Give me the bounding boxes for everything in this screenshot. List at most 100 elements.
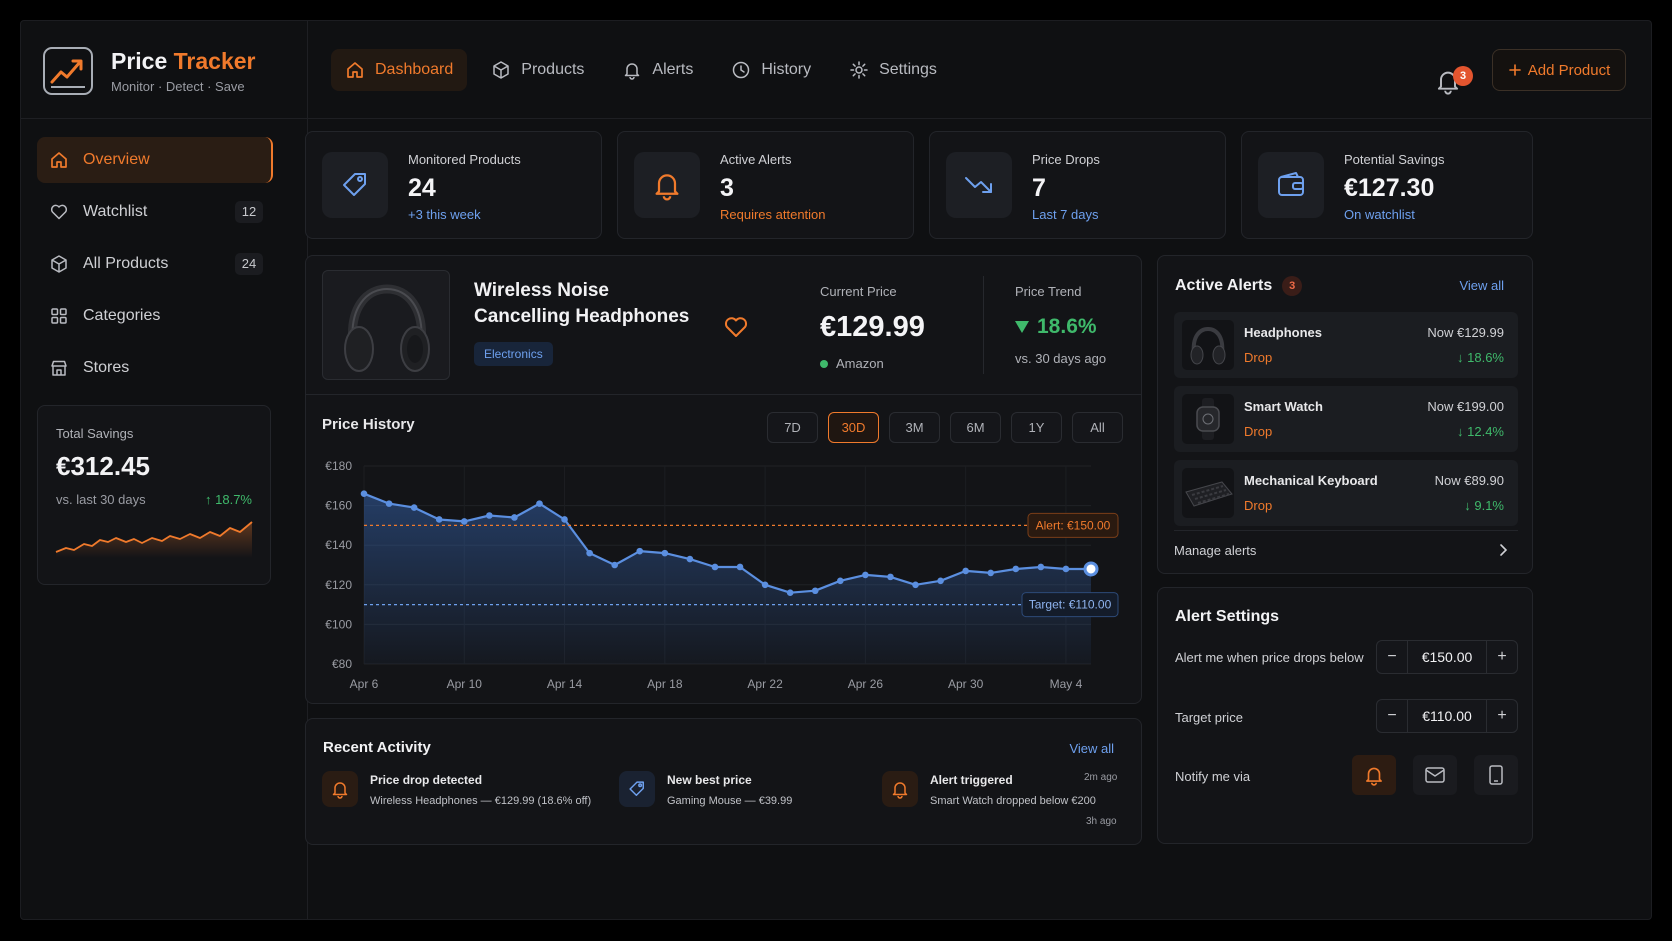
mail-icon: [1425, 767, 1445, 783]
drop-threshold-label: Alert me when price drops below: [1175, 650, 1364, 665]
sidebar-item-stores[interactable]: Stores: [37, 345, 273, 391]
data-point: [736, 563, 744, 571]
range-1y[interactable]: 1Y: [1011, 412, 1062, 443]
stat-price-drops[interactable]: Price Drops 7 Last 7 days: [929, 131, 1226, 239]
sidebar-item-watchlist[interactable]: Watchlist 12: [37, 189, 273, 235]
notifications-button[interactable]: 3: [1431, 57, 1473, 95]
y-tick-label: €120: [325, 578, 352, 592]
range-6m[interactable]: 6M: [950, 412, 1001, 443]
data-point: [611, 561, 618, 569]
nav-history-label: History: [761, 61, 812, 78]
nav-products-label: Products: [521, 61, 585, 78]
recent-activity-panel: Recent Activity View all Price drop dete…: [305, 718, 1142, 845]
view-all-activity-link[interactable]: View all: [1069, 741, 1114, 756]
data-point: [636, 547, 644, 555]
sidebar-item-categories[interactable]: Categories: [37, 293, 273, 339]
category-tag[interactable]: Electronics: [474, 342, 553, 366]
stat-sub: On watchlist: [1344, 207, 1415, 222]
decrement-button[interactable]: −: [1377, 641, 1407, 673]
product-image[interactable]: [322, 270, 450, 380]
target-price-stepper: − €110.00 +: [1376, 699, 1518, 733]
alert-item-smart-watch[interactable]: Smart Watch Drop Now €199.00 ↓ 12.4%: [1174, 386, 1518, 452]
target-price-input[interactable]: €110.00: [1407, 700, 1487, 732]
range-3m[interactable]: 3M: [889, 412, 940, 443]
x-tick-label: Apr 18: [647, 677, 683, 691]
chevron-right-icon: [1500, 544, 1508, 556]
box-icon: [493, 61, 510, 79]
stat-potential-savings[interactable]: Potential Savings €127.30 On watchlist: [1241, 131, 1533, 239]
main-nav: Dashboard Products Alerts History Settin…: [331, 49, 951, 91]
price-trend-value: 18.6%: [1015, 315, 1106, 339]
add-product-button[interactable]: Add Product: [1492, 49, 1626, 91]
top-bar: Price Tracker Monitor · Detect · Save Da…: [21, 21, 1651, 119]
notify-push-button[interactable]: [1352, 755, 1396, 795]
heart-icon: [50, 204, 68, 220]
decrement-button[interactable]: −: [1377, 700, 1407, 732]
sidebar-item-all-products[interactable]: All Products 24: [37, 241, 273, 287]
bell-icon: [1366, 767, 1382, 786]
heart-icon[interactable]: [724, 316, 748, 338]
product-header: Wireless Noise Cancelling Headphones Ele…: [306, 256, 1141, 395]
sidebar-item-label: All Products: [83, 255, 169, 272]
x-tick-label: Apr 14: [547, 677, 583, 691]
notify-sms-button[interactable]: [1474, 755, 1518, 795]
total-savings-card: Total Savings €312.45 vs. last 30 days ↑…: [37, 405, 271, 585]
stat-active-alerts[interactable]: Active Alerts 3 Requires attention: [617, 131, 914, 239]
nav-dashboard-label: Dashboard: [375, 61, 454, 78]
manage-alerts-link[interactable]: Manage alerts: [1174, 530, 1518, 558]
range-7d[interactable]: 7D: [767, 412, 818, 443]
target-price-label: Target price: [1175, 710, 1243, 725]
stat-value: 7: [1032, 174, 1046, 202]
data-point: [486, 512, 493, 519]
sidebar-item-label: Categories: [83, 307, 161, 324]
increment-button[interactable]: +: [1487, 700, 1517, 732]
sidebar-item-label: Stores: [83, 359, 130, 376]
count-badge: 24: [235, 253, 263, 275]
view-all-alerts-link[interactable]: View all: [1459, 278, 1504, 293]
notify-email-button[interactable]: [1413, 755, 1457, 795]
activity-text: Smart Watch dropped below €200: [930, 795, 1096, 807]
activity-text: Wireless Headphones — €129.99 (18.6% off…: [370, 795, 592, 807]
price-history-chart[interactable]: €180 €160 €140 €120 €100 €80 Apr 6 Apr 10 Apr 14…: [306, 452, 1141, 702]
bell-icon: [634, 152, 700, 218]
app-subtitle: Monitor · Detect · Save: [111, 79, 245, 94]
stat-monitored-products[interactable]: Monitored Products 24 +3 this week: [305, 131, 602, 239]
savings-label: Total Savings: [56, 426, 134, 441]
alert-change: ↓ 9.1%: [1464, 498, 1504, 513]
activity-heading: Alert triggered: [930, 773, 1013, 787]
range-all[interactable]: All: [1072, 412, 1123, 443]
alert-item-mechanical-keyboard[interactable]: Mechanical Keyboard Drop Now €89.90 ↓ 9.…: [1174, 460, 1518, 526]
active-alerts-panel: Active Alerts 3 View all Headphones Drop…: [1157, 255, 1533, 574]
nav-products[interactable]: Products: [477, 49, 598, 91]
current-price-label: Current Price: [820, 284, 897, 299]
stat-value: €127.30: [1344, 174, 1435, 202]
sidebar-item-overview[interactable]: Overview: [37, 137, 273, 183]
drop-threshold-input[interactable]: €150.00: [1407, 641, 1487, 673]
bell-icon: [625, 63, 640, 80]
nav-settings[interactable]: Settings: [835, 49, 951, 91]
nav-alerts[interactable]: Alerts: [608, 49, 707, 91]
stat-value: 3: [720, 174, 734, 202]
data-point: [410, 504, 418, 511]
alert-item-headphones[interactable]: Headphones Drop Now €129.99 ↓ 18.6%: [1174, 312, 1518, 378]
brand[interactable]: Price Tracker Monitor · Detect · Save: [43, 47, 303, 95]
price-trend-sub: vs. 30 days ago: [1015, 351, 1107, 366]
home-icon: [347, 62, 363, 78]
increment-button[interactable]: +: [1487, 641, 1517, 673]
alert-product-name: Smart Watch: [1244, 399, 1323, 414]
gear-icon: [850, 61, 868, 79]
range-30d[interactable]: 30D: [828, 412, 879, 443]
activity-time: 3h ago: [1086, 816, 1117, 827]
nav-dashboard[interactable]: Dashboard: [331, 49, 468, 91]
sidebar: Overview Watchlist 12 All Products 24 Ca…: [37, 137, 273, 397]
active-alerts-title: Active Alerts 3: [1175, 276, 1303, 296]
nav-history[interactable]: History: [717, 49, 825, 91]
data-point: [711, 563, 719, 571]
y-tick-label: €100: [325, 617, 352, 631]
data-point: [586, 549, 593, 557]
target-line-label: Target: €110.00: [1029, 598, 1112, 612]
tag-icon: [322, 152, 388, 218]
data-point: [962, 567, 969, 575]
data-point: [460, 518, 468, 525]
data-point: [862, 571, 869, 579]
